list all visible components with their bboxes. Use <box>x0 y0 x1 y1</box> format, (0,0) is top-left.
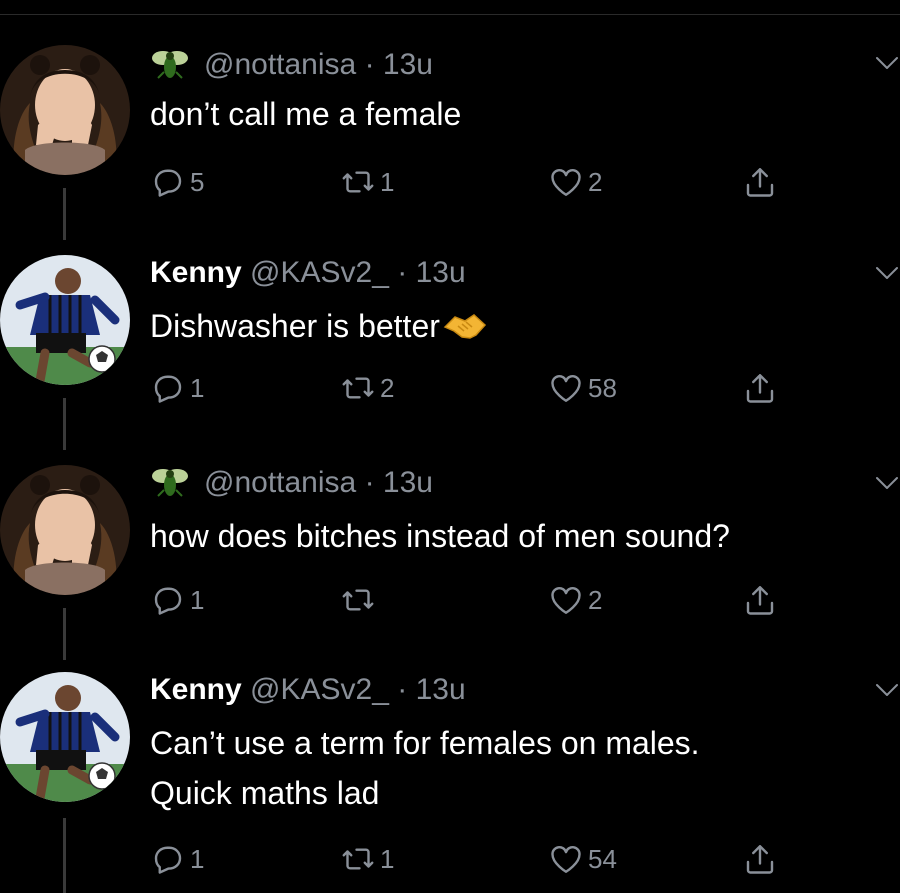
avatar[interactable] <box>0 255 130 385</box>
like-button[interactable]: 58 <box>548 368 617 408</box>
tweet-line: Dishwasher is better <box>150 308 440 344</box>
separator: · <box>397 673 408 706</box>
user-handle[interactable]: @KASv2_ <box>250 256 389 289</box>
like-button[interactable]: 2 <box>548 580 602 620</box>
like-count: 54 <box>588 843 617 874</box>
tweet-text: don’t call me a female <box>150 89 461 139</box>
share-button[interactable] <box>742 162 782 202</box>
retweet-button[interactable]: 2 <box>340 368 394 408</box>
reply-icon <box>150 841 186 877</box>
tweet-header: Kenny @KASv2_ · 13u <box>150 255 466 291</box>
retweet-count: 2 <box>380 372 395 403</box>
reply-icon <box>150 164 186 200</box>
timestamp[interactable]: 13u <box>383 466 433 499</box>
reply-count: 1 <box>190 843 205 874</box>
tweet-header: @nottanisa · 13u <box>150 47 433 83</box>
tweet-line: Quick maths lad <box>150 775 380 811</box>
separator: · <box>364 466 375 499</box>
reply-count: 1 <box>190 584 205 615</box>
user-handle[interactable]: @nottanisa <box>204 48 356 81</box>
reply-button[interactable]: 5 <box>150 162 204 202</box>
share-icon <box>742 370 778 406</box>
chevron-down-icon[interactable] <box>874 263 900 283</box>
reply-button[interactable]: 1 <box>150 368 204 408</box>
user-handle[interactable]: @KASv2_ <box>250 673 389 706</box>
timestamp[interactable]: 13u <box>416 256 466 289</box>
retweet-count: 1 <box>380 166 395 197</box>
tweet-header: @nottanisa · 13u <box>150 465 433 501</box>
display-name[interactable]: Kenny <box>150 256 242 289</box>
user-handle[interactable]: @nottanisa <box>204 466 356 499</box>
like-count: 2 <box>588 166 603 197</box>
share-icon <box>742 164 778 200</box>
like-icon <box>548 370 584 406</box>
tweet-line: how does bitches instead of men sound? <box>150 518 730 554</box>
tweet-text: how does bitches instead of men sound? <box>150 511 730 561</box>
like-icon <box>548 582 584 618</box>
reply-button[interactable]: 1 <box>150 839 204 879</box>
separator: · <box>364 48 375 81</box>
tweet-actions: 5 1 2 <box>150 162 790 202</box>
avatar[interactable] <box>0 465 130 595</box>
share-icon <box>742 841 778 877</box>
separator: · <box>397 256 408 289</box>
reply-button[interactable]: 1 <box>150 580 204 620</box>
like-icon <box>548 841 584 877</box>
thread-connector <box>63 818 66 893</box>
retweet-button[interactable]: 1 <box>340 839 394 879</box>
tweet-header: Kenny @KASv2_ · 13u <box>150 672 466 708</box>
reply-icon <box>150 370 186 406</box>
reply-count: 1 <box>190 372 205 403</box>
tweet-text: Dishwasher is better <box>150 301 488 351</box>
tweet-actions: 1 2 <box>150 580 790 620</box>
tweet-line: don’t call me a female <box>150 96 462 132</box>
retweet-icon <box>340 582 376 618</box>
fly-emoji-icon <box>150 48 190 80</box>
thread-connector <box>63 398 66 450</box>
reply-icon <box>150 582 186 618</box>
tweet-actions: 1 2 58 <box>150 368 790 408</box>
chevron-down-icon[interactable] <box>874 680 900 700</box>
timestamp[interactable]: 13u <box>383 48 433 81</box>
share-button[interactable] <box>742 839 782 879</box>
thread-connector <box>63 188 66 240</box>
retweet-icon <box>340 841 376 877</box>
tweet-text: Can’t use a term for females on males. Q… <box>150 718 700 818</box>
tweet-line: Can’t use a term for females on males. <box>150 725 700 761</box>
like-icon <box>548 164 584 200</box>
share-icon <box>742 582 778 618</box>
avatar[interactable] <box>0 45 130 175</box>
avatar[interactable] <box>0 672 130 802</box>
display-name[interactable]: Kenny <box>150 673 242 706</box>
timestamp[interactable]: 13u <box>416 673 466 706</box>
handshake-emoji-icon <box>442 305 488 345</box>
top-divider <box>0 0 900 15</box>
reply-count: 5 <box>190 166 205 197</box>
like-count: 2 <box>588 584 603 615</box>
like-count: 58 <box>588 372 617 403</box>
thread-connector <box>63 608 66 660</box>
retweet-button[interactable]: 1 <box>340 162 394 202</box>
retweet-icon <box>340 164 376 200</box>
chevron-down-icon[interactable] <box>874 473 900 493</box>
tweet-actions: 1 1 54 <box>150 839 790 879</box>
like-button[interactable]: 54 <box>548 839 617 879</box>
like-button[interactable]: 2 <box>548 162 602 202</box>
share-button[interactable] <box>742 580 782 620</box>
chevron-down-icon[interactable] <box>874 53 900 73</box>
retweet-count: 1 <box>380 843 395 874</box>
retweet-icon <box>340 370 376 406</box>
retweet-button[interactable] <box>340 580 380 620</box>
fly-emoji-icon <box>150 466 190 498</box>
share-button[interactable] <box>742 368 782 408</box>
